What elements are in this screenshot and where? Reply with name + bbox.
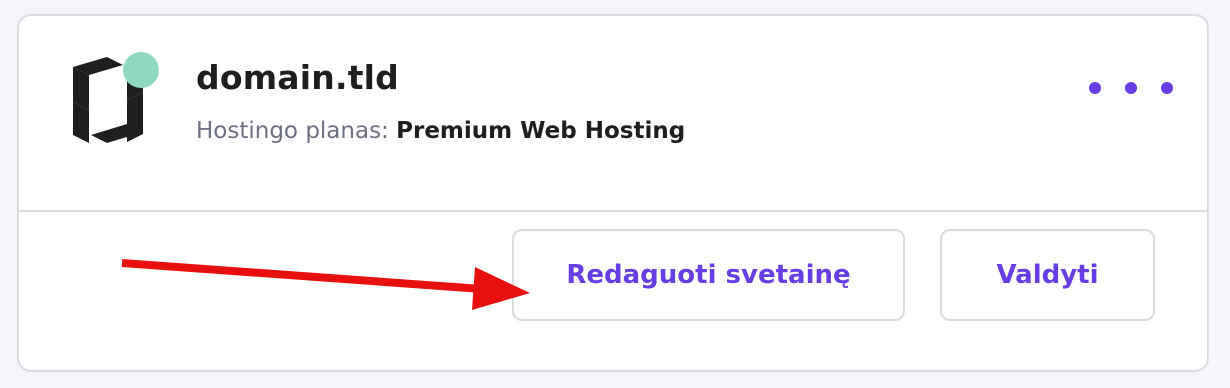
hosting-plan-label: Hostingo planas: (196, 118, 389, 144)
hosting-plan-line: Hostingo planas: Premium Web Hosting (196, 118, 685, 144)
more-dot-2 (1125, 82, 1137, 94)
edit-website-button[interactable]: Redaguoti svetainę (512, 229, 905, 321)
more-dot-3 (1161, 82, 1173, 94)
status-indicator-dot (123, 52, 159, 88)
manage-button[interactable]: Valdyti (940, 229, 1155, 321)
hosting-plan-value: Premium Web Hosting (396, 118, 686, 144)
website-card-header: domain.tld Hostingo planas: Premium Web … (19, 16, 1207, 212)
more-options-button[interactable] (1089, 72, 1173, 104)
site-domain-title: domain.tld (196, 58, 399, 97)
more-dot-1 (1089, 82, 1101, 94)
